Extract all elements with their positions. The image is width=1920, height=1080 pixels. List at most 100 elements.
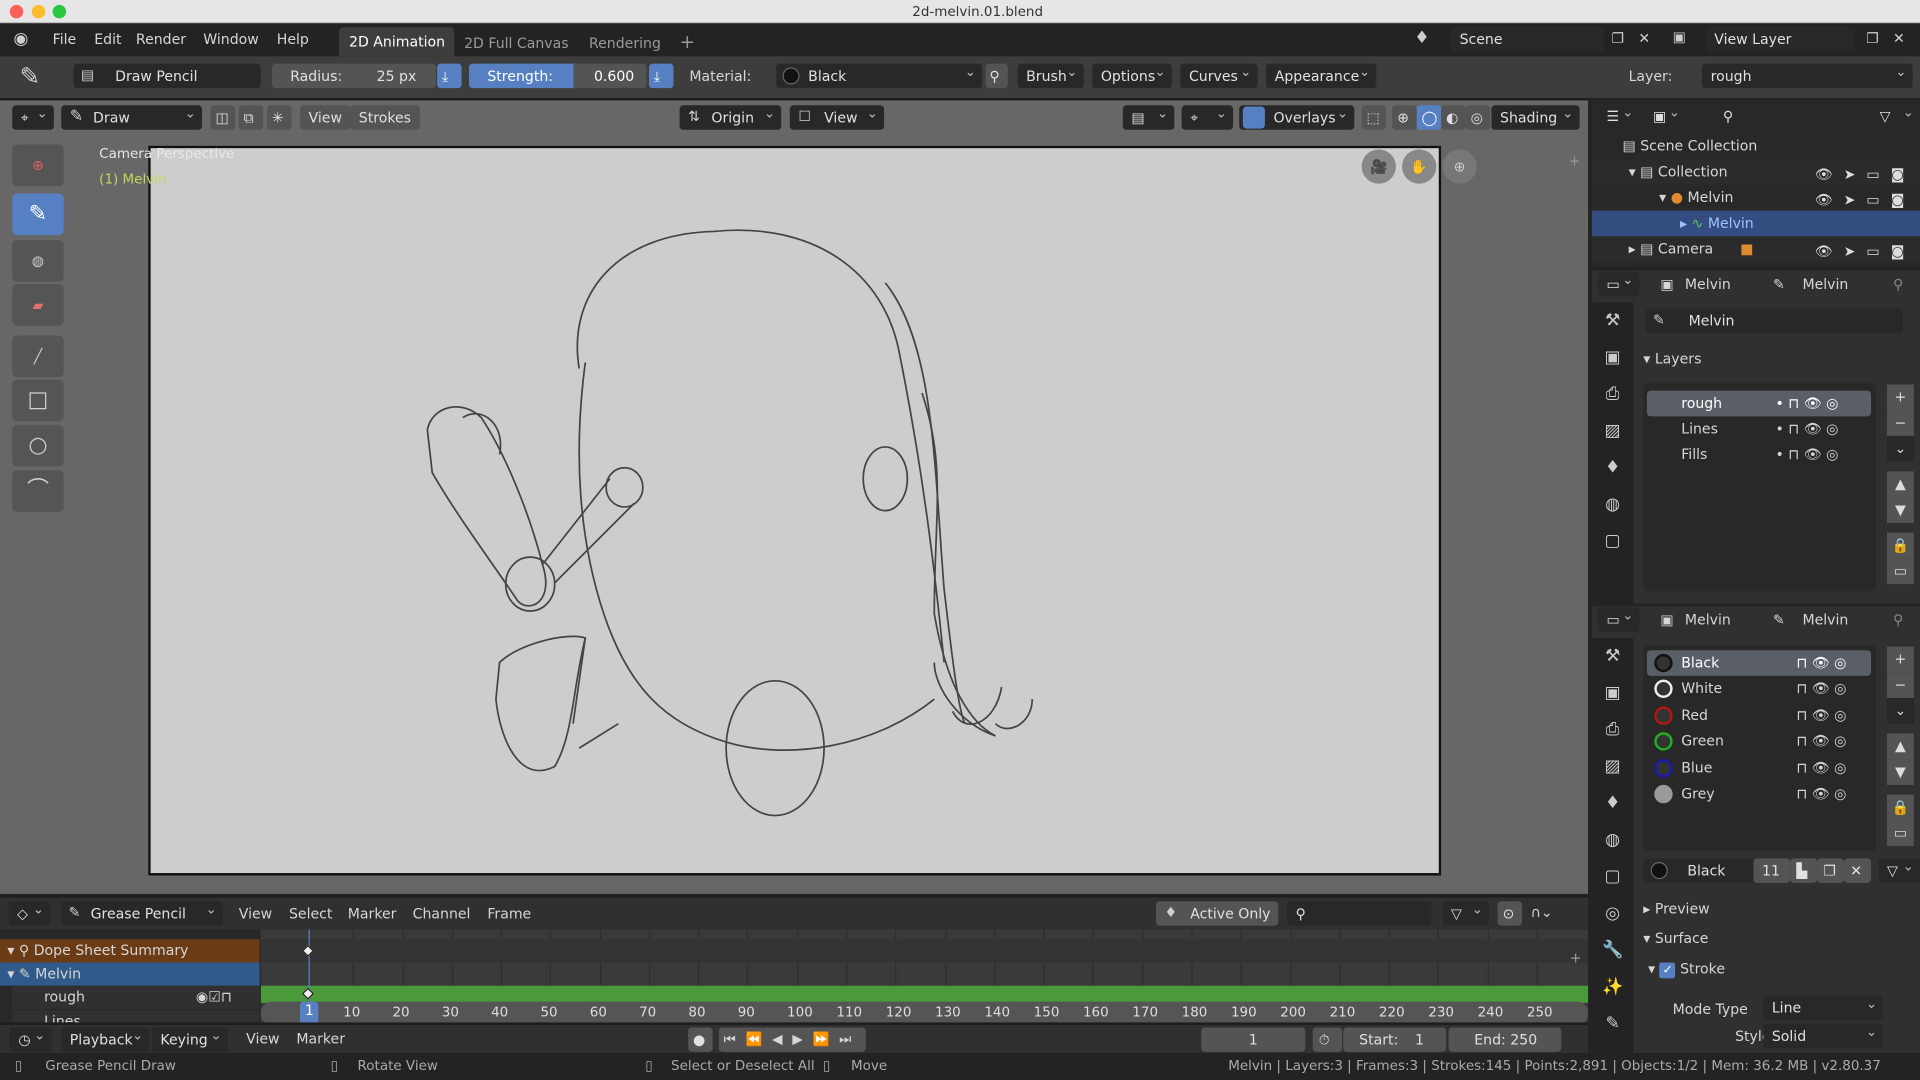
context-data[interactable]: Melvin [1802,276,1848,293]
dopesheet-menu-frame[interactable]: Frame [487,905,531,922]
channel-toggles[interactable]: ◉☑⊓ [196,986,232,1009]
start-frame-field[interactable]: Start: 1 [1343,1027,1447,1052]
line-icon[interactable]: ╱ [12,335,64,378]
end-frame-field[interactable]: End: 250 [1448,1027,1562,1052]
material-item-grey[interactable]: Grey ⊓ 👁 ◎ [1647,781,1871,807]
dopesheet-sidebar-toggle[interactable]: + [1570,951,1582,965]
object-tab-icon[interactable]: ▢ [1592,858,1634,895]
play-reverse-button[interactable]: ◀ [772,1031,792,1047]
material-assign-menu[interactable]: ▽ [1878,855,1920,883]
shading-solid[interactable]: ◯ [1416,105,1442,130]
move-material-up-button[interactable]: ▲ [1886,733,1914,760]
duplicate-material-button[interactable]: ❐ [1817,858,1845,883]
view-layer-tab-icon[interactable]: ▨ [1592,413,1634,450]
overlays-button[interactable]: Overlays [1239,102,1355,130]
add-material-slot-button[interactable]: + [1886,646,1914,673]
next-keyframe-button[interactable]: ⏩ [813,1031,840,1047]
gp-data-selector[interactable]: ✎ Melvin [1645,308,1903,334]
timeline-marker-menu[interactable]: Marker [296,1030,345,1047]
shading-material[interactable]: ◐ [1441,105,1466,130]
current-frame-indicator[interactable]: 1 [300,1001,319,1025]
context-object[interactable]: Melvin [1685,611,1731,628]
brush-menu[interactable]: Brush [1017,60,1084,89]
view-menu[interactable]: View [300,105,351,130]
outliner-filter[interactable]: ▽ [1871,100,1920,129]
mode-type-select[interactable]: Line [1763,992,1884,1021]
timeline-view-menu[interactable]: View [246,1030,279,1047]
output-tab-icon[interactable]: ⎙ [1592,376,1634,413]
object-visibility-button[interactable]: ▤ [1122,102,1175,130]
maximize-window-button[interactable] [52,4,67,19]
dopesheet-menu-channel[interactable]: Channel [413,905,471,922]
blender-logo-icon[interactable]: ◉ [13,31,28,48]
constraints-tab-icon[interactable]: ◎ [1592,895,1634,932]
box-icon[interactable]: □ [12,379,64,422]
zoom-icon[interactable]: ⊕ [1442,149,1477,184]
layer-selector[interactable]: rough [1702,60,1913,89]
display-materials-button[interactable]: ▭ [1886,820,1914,847]
layer-toggles[interactable]: • ⊓ 👁 ◎ [1776,442,1839,468]
view-layer-selector[interactable]: View Layer [1705,26,1856,52]
world-tab-icon[interactable]: ◍ [1592,486,1634,523]
prev-keyframe-button[interactable]: ⏪ [746,1031,773,1047]
new-scene-icon[interactable]: ❐ [1611,31,1624,46]
outliner-restrict-columns[interactable]: 👁➤▭◙ 👁➤▭◙ 👁➤▭◙ [1815,162,1916,265]
layer-toggles[interactable]: • ⊓ 👁 ◎ [1776,416,1839,442]
fake-user-button[interactable]: ▙ [1790,858,1818,883]
move-layer-down-button[interactable]: ▼ [1886,497,1914,523]
material-specials-button[interactable]: ⌄ [1886,697,1914,724]
close-window-button[interactable] [9,4,24,19]
fill-icon[interactable]: ◍ [12,240,64,282]
editor-type-button[interactable]: ⌖ [12,102,54,130]
scene-tab-icon[interactable]: ♦ [1592,449,1634,486]
object-tab-icon[interactable]: ▢ [1592,523,1634,560]
playback-menu[interactable]: Playback [61,1024,150,1052]
scene-selector[interactable]: Scene [1451,26,1605,52]
view-plane-selector[interactable]: ☐ View [789,102,885,130]
proportional-edit-toggle[interactable]: ⊙ [1497,901,1523,926]
minimize-window-button[interactable] [31,4,46,19]
pin-icon[interactable]: ⚲ [1893,611,1903,628]
pin-material-icon[interactable]: ⚲ [985,63,1008,89]
surface-panel-header[interactable]: ▾ Surface [1643,929,1708,946]
view-layer-tab-icon[interactable]: ▨ [1592,748,1634,785]
lock-layers-button[interactable]: 🔒 [1886,532,1914,559]
material-item-black[interactable]: Black ⊓ 👁 ◎ [1646,650,1872,676]
radius-field[interactable]: Radius: 25 px [271,63,436,89]
scene-icon[interactable]: ♦ [1414,29,1429,46]
menu-file[interactable]: File [53,31,77,48]
tab-2d-full-canvas[interactable]: 2D Full Canvas [464,34,569,51]
material-toggles[interactable]: ⊓ 👁 ◎ [1796,650,1846,676]
add-layer-button[interactable]: + [1886,384,1914,411]
material-toggles[interactable]: ⊓ 👁 ◎ [1796,755,1846,781]
move-material-down-button[interactable]: ▼ [1886,759,1914,785]
jump-end-button[interactable]: ⏭ [839,1031,861,1047]
preview-panel-header[interactable]: ▸ Preview [1643,900,1709,917]
tab-rendering[interactable]: Rendering [589,34,661,51]
tool-tab-icon[interactable]: ⚒ [1592,302,1634,339]
outliner-search[interactable]: ⚲ [1714,104,1856,129]
outliner-editor-type[interactable]: ☰ [1597,100,1640,129]
gizmo-button[interactable]: ⌖ [1181,102,1234,130]
material-browse[interactable]: Black [1643,858,1754,883]
autokey-toggle[interactable]: ✳ [266,105,292,130]
dopesheet-filter[interactable]: ▽ [1442,898,1489,926]
arc-icon[interactable]: ⌒ [12,470,64,512]
channel-melvin[interactable]: ▾ ✎ Melvin [0,962,260,986]
strength-field[interactable]: Strength: 0.600 [468,63,647,89]
brush-selector[interactable]: ▤ Draw Pencil [73,63,261,89]
camera-frame[interactable] [148,145,1442,876]
output-tab-icon[interactable]: ⎙ [1592,711,1634,748]
dopesheet-menu-select[interactable]: Select [289,905,332,922]
circle-icon[interactable]: ○ [12,424,64,467]
active-only-toggle[interactable]: ♦ Active Only [1155,901,1279,926]
delete-view-layer-icon[interactable]: ✕ [1893,31,1905,46]
jump-start-button[interactable]: ⏮ [724,1031,746,1047]
dopesheet-menu-view[interactable]: View [239,905,272,922]
stroke-checkbox[interactable]: ✓ [1659,962,1676,979]
properties-editor-type[interactable]: ▭ [1597,604,1640,632]
preview-range-toggle[interactable]: ⏱ [1312,1027,1343,1052]
xray-toggle[interactable]: ⬚ [1361,105,1387,130]
dopesheet-search[interactable]: ⚲ [1286,901,1432,926]
material-item-red[interactable]: Red ⊓ 👁 ◎ [1647,703,1871,729]
